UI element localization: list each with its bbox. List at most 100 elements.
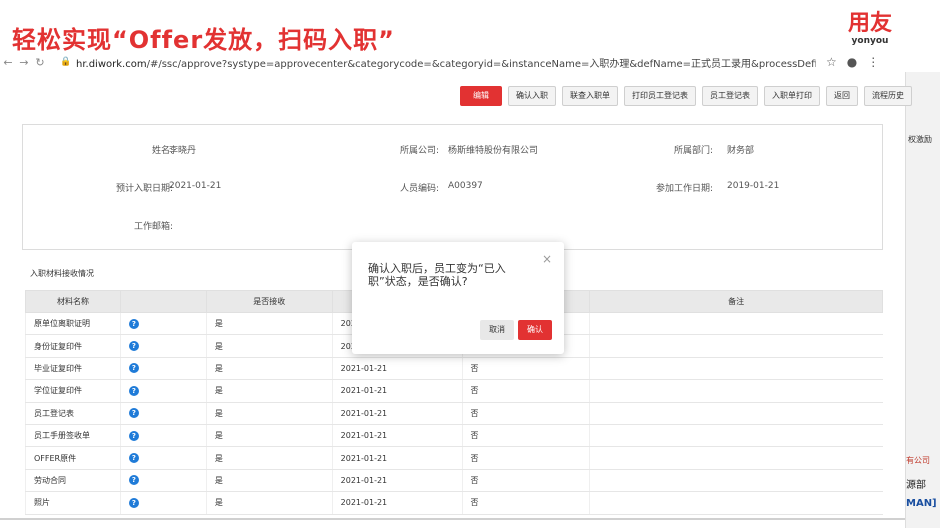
- dialog-cancel-button[interactable]: 取消: [480, 320, 514, 340]
- browser-address-bar: ← → ↻ 🔒 hr.diwork.com/#/ssc/approve?syst…: [0, 52, 905, 72]
- material-name-cell: 员工登记表: [25, 402, 121, 425]
- remarks-cell: [589, 312, 883, 336]
- work-start-date-value: 2019-01-21: [727, 181, 780, 191]
- action-toolbar: 编辑 确认入职 联查入职单 打印员工登记表 员工登记表 入职单打印 返回 流程历…: [460, 86, 912, 106]
- reload-icon[interactable]: ↻: [32, 56, 48, 69]
- material-name-cell: 身份证复印件: [25, 334, 121, 358]
- help-cell: ?: [119, 312, 207, 336]
- date-cell: 2021-01-21: [331, 379, 463, 403]
- received-cell: 是: [205, 469, 333, 493]
- help-question-icon[interactable]: ?: [128, 475, 139, 486]
- remarks-cell: [589, 357, 883, 381]
- logo-mark: 用友: [847, 11, 892, 36]
- linked-entry-form-button[interactable]: 联查入职单: [562, 86, 618, 106]
- column-header-help: [119, 290, 207, 313]
- employee-code-value: A00397: [448, 181, 483, 191]
- help-question-icon[interactable]: ?: [128, 363, 139, 374]
- url-path: /#/ssc/approve?systype=approvecenter&cat…: [146, 58, 816, 70]
- received-cell: 是: [205, 334, 333, 358]
- help-cell: ?: [119, 357, 207, 381]
- received-cell: 是: [205, 312, 333, 336]
- print-entry-form-button[interactable]: 入职单打印: [764, 86, 820, 106]
- help-question-icon[interactable]: ?: [128, 408, 139, 419]
- help-question-icon[interactable]: ?: [128, 341, 139, 352]
- company-value: 杨斯维特股份有限公司: [448, 146, 539, 156]
- material-name-cell: OFFER原件: [25, 446, 121, 470]
- help-question-icon[interactable]: ?: [128, 453, 139, 464]
- info-row: 预计入职日期: 2021-01-21 人员编码: A00397 参加工作日期: …: [23, 181, 882, 201]
- dialog-confirm-button[interactable]: 确认: [518, 320, 552, 340]
- print-registration-button[interactable]: 打印员工登记表: [624, 86, 696, 106]
- flag-cell: 否: [461, 402, 590, 425]
- remarks-cell: [589, 491, 883, 515]
- remarks-cell: [589, 379, 883, 403]
- side-panel: 权激励 有公司 源部 MAN]: [905, 72, 940, 528]
- flag-cell: 否: [461, 491, 590, 515]
- edit-button[interactable]: 编辑: [460, 86, 502, 106]
- employee-code-label: 人员编码:: [399, 184, 439, 194]
- date-cell: 2021-01-21: [331, 402, 463, 425]
- received-cell: 是: [205, 446, 333, 470]
- column-header-material: 材料名称: [25, 290, 121, 313]
- confirm-entry-button[interactable]: 确认入职: [508, 86, 556, 106]
- help-question-icon[interactable]: ?: [128, 497, 139, 508]
- registration-form-button[interactable]: 员工登记表: [702, 86, 758, 106]
- back-icon[interactable]: ←: [0, 56, 16, 69]
- department-label: 所属部门:: [673, 146, 713, 156]
- info-row: 姓名: 李晓丹 所属公司: 杨斯维特股份有限公司 所属部门: 财务部: [23, 143, 882, 163]
- company-label: 所属公司:: [399, 146, 439, 156]
- help-cell: ?: [119, 334, 207, 358]
- help-cell: ?: [119, 402, 207, 425]
- kebab-menu-icon[interactable]: ⋮: [867, 55, 879, 69]
- material-name-cell: 照片: [25, 491, 121, 515]
- remarks-cell: [589, 446, 883, 470]
- entry-date-value: 2021-01-21: [169, 181, 222, 191]
- help-question-icon[interactable]: ?: [128, 318, 139, 329]
- help-question-icon[interactable]: ?: [128, 430, 139, 441]
- url-host: hr.diwork.com: [76, 58, 147, 70]
- column-header-remarks: 备注: [589, 290, 883, 313]
- brand-logo: 用友 yonyou: [847, 11, 892, 47]
- bookmark-star-icon[interactable]: ☆: [826, 55, 837, 69]
- side-text-3: 源部: [906, 480, 926, 491]
- bottom-divider: [0, 518, 905, 520]
- process-history-button[interactable]: 流程历史: [864, 86, 912, 106]
- help-question-icon[interactable]: ?: [128, 385, 139, 396]
- help-cell: ?: [119, 446, 207, 470]
- back-button[interactable]: 返回: [826, 86, 858, 106]
- confirm-dialog: 确认入职后，员工变为“已入职”状态，是否确认? × 取消 确认: [352, 242, 564, 354]
- entry-date-label: 预计入职日期:: [115, 184, 173, 194]
- table-row: 劳动合同? 是 2021-01-21 否: [25, 469, 883, 493]
- material-name-cell: 毕业证复印件: [25, 357, 121, 381]
- date-cell: 2021-01-21: [331, 424, 463, 448]
- date-cell: 2021-01-21: [331, 446, 463, 470]
- flag-cell: 否: [461, 446, 590, 470]
- table-row: 学位证复印件? 是 2021-01-21 否: [25, 379, 883, 403]
- side-text-1: 权激励: [908, 135, 932, 144]
- forward-icon[interactable]: →: [16, 56, 32, 69]
- column-header-received: 是否接收: [205, 290, 333, 313]
- material-name-cell: 学位证复印件: [25, 379, 121, 403]
- url-field[interactable]: hr.diwork.com/#/ssc/approve?systype=appr…: [76, 55, 816, 70]
- received-cell: 是: [205, 424, 333, 448]
- flag-cell: 否: [461, 469, 590, 493]
- table-row: 员工登记表? 是 2021-01-21 否: [25, 402, 883, 425]
- remarks-cell: [589, 402, 883, 425]
- work-email-label: 工作邮箱:: [133, 222, 173, 232]
- logo-wordmark: yonyou: [851, 36, 889, 46]
- profile-icon[interactable]: ●: [847, 55, 857, 69]
- department-value: 财务部: [727, 146, 755, 156]
- remarks-cell: [589, 469, 883, 493]
- slide-title: 轻松实现“Offer发放，扫码入职”: [12, 26, 395, 54]
- date-cell: 2021-01-21: [331, 491, 463, 515]
- help-cell: ?: [119, 469, 207, 493]
- materials-section-title: 入职材料接收情况: [30, 269, 94, 278]
- received-cell: 是: [205, 402, 333, 425]
- close-icon[interactable]: ×: [542, 252, 552, 266]
- received-cell: 是: [205, 357, 333, 381]
- lock-icon[interactable]: 🔒: [60, 57, 72, 67]
- table-row: 照片? 是 2021-01-21 否: [25, 491, 883, 515]
- remarks-cell: [589, 334, 883, 358]
- name-value: 李晓丹: [169, 146, 197, 156]
- side-text-2: 有公司: [906, 456, 930, 465]
